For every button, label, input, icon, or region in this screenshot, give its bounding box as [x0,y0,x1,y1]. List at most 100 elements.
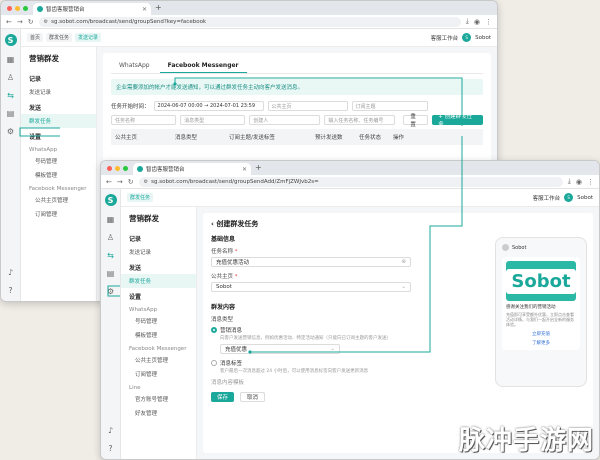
forward-icon[interactable]: → [117,178,123,186]
settings-icon[interactable]: ⚙ [107,287,114,296]
close-window-dot[interactable] [7,5,12,11]
avatar[interactable]: S [564,193,574,202]
sobot-favicon-icon [137,166,143,172]
radio-dot[interactable] [211,327,217,333]
sub-navigation: 营销群发 记录 发送记录 发送 群发任务 设置 WhatsApp 号码管理 模板… [21,47,97,301]
cancel-button[interactable]: 取消 [240,392,266,402]
subnav-item-line-accounts[interactable]: 官方账号管理 [121,392,196,406]
search-input[interactable]: 输入任务名称、任务编号 [324,115,396,125]
save-button[interactable]: 保存 [211,392,235,402]
subnav-item-tasks[interactable]: 群发任务 [21,114,96,128]
subnav-item-tasks[interactable]: 群发任务 [121,274,196,288]
tab-messenger[interactable]: Facebook Messenger [159,59,247,73]
bell-icon[interactable]: ♪ [8,268,13,277]
subnav-item-templates[interactable]: 模板管理 [21,168,96,182]
page-select[interactable]: Sobot ⌄ [211,282,411,292]
dashboard-icon[interactable]: ▦ [107,215,115,224]
workbench-link[interactable]: 客服工作台 [431,34,459,42]
subnav-item-pages[interactable]: 公共主页管理 [21,193,96,207]
chevron-down-icon: ⌄ [330,346,335,352]
page-filter[interactable]: 公共主页 [267,101,348,111]
reset-button[interactable]: 重置 [403,114,429,128]
subnav-item-templates[interactable]: 模板管理 [121,328,196,342]
bell-icon[interactable]: ♪ [108,426,113,435]
site-info-icon[interactable]: ⚙ [144,179,148,185]
workbench-link[interactable]: 客服工作台 [533,194,561,202]
book-icon[interactable]: ▤ [107,269,115,278]
dashboard-icon[interactable]: ▦ [7,55,15,64]
settings-icon[interactable]: ⚙ [7,127,14,136]
download-icon[interactable]: ⤓ [568,177,571,186]
site-info-icon[interactable]: ⚙ [44,19,48,25]
close-tab-icon[interactable]: ✕ [242,166,247,173]
crumb-tasks[interactable]: 群发任务 [46,33,73,42]
subnav-item-subscriptions[interactable]: 订阅管理 [121,367,196,381]
subnav-item-records[interactable]: 发送记录 [21,85,96,99]
preview-link-more[interactable]: 了解更多 [506,340,576,346]
subnav-item-pages[interactable]: 公共主页管理 [121,353,196,367]
crumb-records[interactable]: 发送记录 [75,33,102,42]
address-bar: ← → ↻ ⚙ sg.sobot.com/broadcast/send/group… [101,175,599,189]
type-filter[interactable]: 消息类型 [180,115,246,125]
info-notice: 企业需要添加的帐户才能发送通知，可以通过群发任务主动向客户发送消息。 [111,79,483,95]
broadcast-icon[interactable]: ⇆ [7,91,14,100]
minimize-window-dot[interactable] [15,5,20,11]
forward-icon[interactable]: → [17,18,23,26]
close-tab-icon[interactable]: ✕ [142,6,147,13]
subnav-item-records[interactable]: 发送记录 [121,245,196,259]
topic-filter[interactable]: 订阅主题 [351,101,428,111]
minimize-window-dot[interactable] [115,165,120,171]
back-icon[interactable]: ← [106,178,112,186]
menu-icon[interactable]: ⋮ [485,18,492,26]
app-header: 群发任务 客服工作台 S Sobot [121,189,599,207]
subnav-title: 营销群发 [29,54,59,63]
creator-filter[interactable]: 创建人 [249,115,321,125]
subnav-item-friends[interactable]: 好友管理 [121,406,196,420]
back-arrow-icon[interactable]: ‹ [211,220,214,228]
topic-select[interactable]: 充值优惠 ⌄ [220,344,340,354]
subnav-title: 营销群发 [129,214,159,223]
reload-icon[interactable]: ↻ [28,18,34,26]
menu-icon[interactable]: ⋮ [587,178,594,186]
sobot-logo: S [4,34,17,46]
download-icon[interactable]: ⤓ [466,17,469,26]
task-name-input[interactable]: 充值优惠活动 ⊗ [211,257,411,267]
browser-tabbar: 智齿客服营销台 ✕ + [101,161,599,175]
crumb-home[interactable]: 首页 [27,33,44,42]
url-field[interactable]: ⚙ sg.sobot.com/broadcast/send/groupSendAd… [138,176,563,187]
crumb-tasks[interactable]: 群发任务 [127,193,154,202]
broadcast-icon[interactable]: ⇆ [107,251,114,260]
task-filter[interactable]: 任务名称 [111,115,177,125]
maximize-window-dot[interactable] [23,5,28,11]
help-icon[interactable]: ? [108,444,112,453]
avatar[interactable]: S [462,33,472,42]
profile-icon[interactable]: ◉ [474,18,480,26]
users-icon[interactable]: ♙ [107,233,114,242]
browser-tab[interactable]: 智齿客服营销台 ✕ [33,3,151,15]
profile-icon[interactable]: ◉ [576,178,582,186]
create-task-button[interactable]: + 创建群发任务 [432,114,484,128]
browser-tab[interactable]: 智齿客服营销台 ✕ [133,163,251,175]
url-field[interactable]: ⚙ sg.sobot.com/broadcast/send/groupSend?k… [38,16,461,27]
tab-whatsapp[interactable]: WhatsApp [111,59,158,73]
user-name[interactable]: Sobot [475,35,491,41]
book-icon[interactable]: ▤ [7,109,15,118]
radio-dot[interactable] [211,360,217,366]
browser-window-create: 智齿客服营销台 ✕ + ← → ↻ ⚙ sg.sobot.com/broadcas… [100,160,600,460]
reload-icon[interactable]: ↻ [128,178,134,186]
user-name[interactable]: Sobot [577,195,593,201]
help-icon[interactable]: ? [8,286,12,295]
sender-avatar [502,244,509,251]
date-range-field[interactable]: 2024-06-07 00:00 → 2024-07-01 23:59 [153,101,264,111]
new-tab-icon[interactable]: + [155,3,162,12]
preview-link-recharge[interactable]: 立即充值 [506,331,576,337]
back-icon[interactable]: ← [6,18,12,26]
subnav-item-numbers[interactable]: 号码管理 [21,154,96,168]
close-window-dot[interactable] [107,165,112,171]
subnav-item-numbers[interactable]: 号码管理 [121,314,196,328]
subnav-item-subscriptions[interactable]: 订阅管理 [21,207,96,221]
users-icon[interactable]: ♙ [7,73,14,82]
new-tab-icon[interactable]: + [255,163,262,172]
maximize-window-dot[interactable] [123,165,128,171]
clear-icon[interactable]: ⊗ [401,259,406,265]
